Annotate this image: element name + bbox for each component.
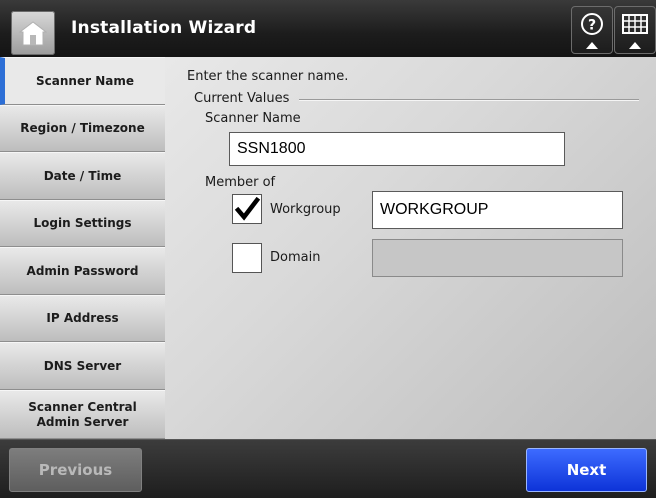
sidebar-item-scanner-name[interactable]: Scanner Name [0,57,165,105]
next-button[interactable]: Next [526,448,647,492]
help-icon: ? [581,13,603,49]
keyboard-icon [622,14,648,49]
workgroup-input[interactable]: WORKGROUP [372,191,623,229]
sidebar-item-scanner-central-admin-server[interactable]: Scanner Central Admin Server [0,390,165,439]
sidebar-item-label: Login Settings [33,216,132,230]
sidebar-item-label: Admin Password [26,263,139,278]
svg-text:?: ? [588,18,596,34]
main-panel: Enter the scanner name. Current Values S… [165,57,656,439]
sidebar-item-region-timezone[interactable]: Region / Timezone [0,105,165,152]
scanner-name-input[interactable]: SSN1800 [229,132,565,166]
sidebar-item-label: Region / Timezone [20,121,145,135]
page-title: Installation Wizard [71,18,257,38]
domain-input [372,239,623,277]
footer-bar: Previous Next [0,439,656,498]
member-of-label: Member of [205,175,276,190]
sidebar-item-label: Date / Time [43,168,122,183]
sidebar-item-label: Scanner Name [36,73,134,88]
previous-button[interactable]: Previous [9,448,142,492]
workgroup-checkbox[interactable] [232,194,262,224]
domain-checkbox[interactable] [232,243,262,273]
workgroup-label: Workgroup [270,202,341,217]
checkmark-icon [234,196,261,221]
home-button[interactable] [11,11,55,55]
group-divider [299,100,639,101]
title-bar: Installation Wizard ? [0,0,656,57]
instruction-text: Enter the scanner name. [187,69,349,84]
sidebar-item-label: IP Address [46,311,119,325]
sidebar-item-ip-address[interactable]: IP Address [0,295,165,342]
sidebar-item-label: DNS Server [43,358,122,373]
help-button[interactable]: ? [571,6,613,54]
sidebar-item-label: Scanner Central Admin Server [28,399,137,429]
scanner-name-label: Scanner Name [205,111,301,126]
domain-label: Domain [270,250,321,265]
home-icon [19,21,47,46]
sidebar-item-admin-password[interactable]: Admin Password [0,247,165,295]
sidebar-item-dns-server[interactable]: DNS Server [0,342,165,390]
wizard-step-sidebar: Scanner Name Region / Timezone Date / Ti… [0,57,165,439]
sidebar-item-date-time[interactable]: Date / Time [0,152,165,200]
keyboard-button[interactable] [614,6,656,54]
sidebar-item-login-settings[interactable]: Login Settings [0,200,165,247]
group-label: Current Values [194,91,290,106]
